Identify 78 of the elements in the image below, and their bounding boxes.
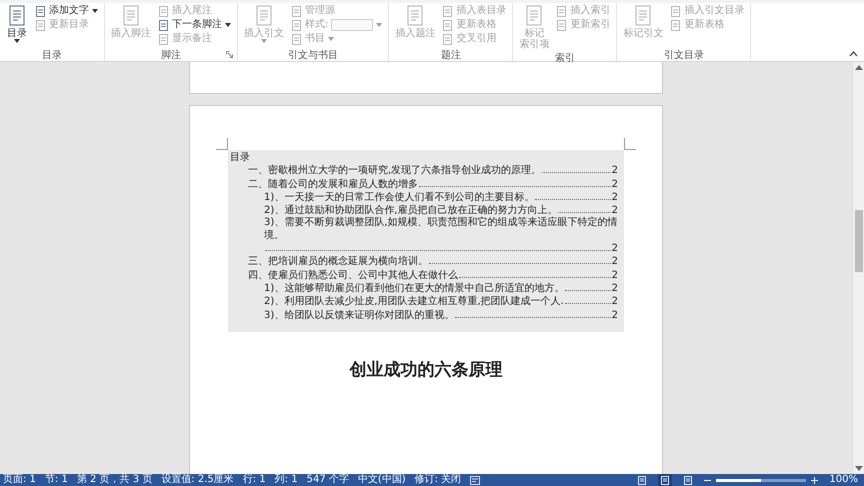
zoom-slider[interactable]	[716, 478, 806, 482]
document-icon	[291, 6, 302, 16]
view-button[interactable]	[658, 474, 672, 486]
toc-entry[interactable]: 2)、利用团队去减少扯皮,用团队去建立相互尊重,把团队建成一个人.	[264, 296, 564, 309]
status-item: 修订: 关闭	[414, 474, 462, 486]
page-view-icon	[683, 476, 694, 484]
caret-icon	[225, 23, 231, 27]
status-item: 页面: 1	[3, 474, 36, 486]
status-item: 行: 1	[242, 474, 266, 486]
caret-icon	[92, 9, 98, 13]
margin-mark-icon	[216, 138, 228, 150]
page-number: 2	[612, 165, 618, 178]
document-icon	[670, 20, 682, 30]
caret-icon	[14, 39, 20, 43]
status-item: 设置值: 2.5厘米	[161, 474, 234, 486]
document-icon	[291, 34, 302, 44]
group-label: 题注	[440, 48, 461, 62]
scroll-down-icon[interactable]	[854, 466, 862, 471]
status-item: 547 个字	[306, 474, 349, 486]
document-icon	[35, 20, 46, 30]
page-number: 2	[612, 296, 618, 309]
toc-entry[interactable]: 1)、这能够帮助雇员们看到他们在更大的情景中自己所适宜的地方。	[264, 282, 564, 296]
page-view-icon	[637, 476, 648, 484]
document-icon	[442, 34, 454, 44]
toc-entry[interactable]: 二、随着公司的发展和雇员人数的增多	[248, 178, 418, 191]
toc-entry[interactable]: 3)、需要不断剪裁调整团队,如规模、职责范围和它的组成等来适应眼下特定的情境。	[264, 217, 618, 242]
toc-entry[interactable]: 一、密歇根州立大学的一项研究,发现了六条指导创业成功的原理。	[248, 165, 542, 178]
document-icon	[442, 6, 454, 16]
vertical-scrollbar[interactable]	[852, 62, 864, 474]
macro-record-icon[interactable]	[470, 476, 480, 484]
margin-mark-icon	[624, 138, 636, 150]
page-number: 2	[612, 205, 618, 216]
group-label: 索引	[554, 52, 575, 64]
document-icon	[556, 20, 568, 30]
page-number: 2	[612, 310, 618, 322]
document-icon	[35, 6, 46, 16]
document-icon	[158, 6, 169, 16]
page-number: 2	[612, 178, 618, 191]
group-label: 目录	[42, 48, 62, 62]
document-icon	[442, 20, 454, 30]
group-label: 脚注	[161, 48, 181, 62]
dialog-launcher-icon[interactable]	[226, 51, 233, 58]
zoom-level[interactable]: 100%	[829, 474, 858, 486]
page-number: 2	[612, 282, 618, 296]
toc-entry[interactable]: 四、使雇员们熟悉公司、公司中其他人在做什么	[248, 270, 458, 282]
document-icon	[158, 34, 169, 44]
toc-field[interactable]	[228, 150, 624, 332]
document-icon	[556, 6, 568, 16]
group-label: 引文目录	[664, 48, 704, 62]
toc-entry[interactable]: 1)、一天接一天的日常工作会使人们看不到公司的主要目标。	[264, 192, 534, 204]
scroll-up-icon[interactable]	[854, 65, 862, 70]
scroll-thumb[interactable]	[854, 210, 862, 272]
status-item: 节: 1	[44, 474, 68, 486]
toc-entry[interactable]: 2)、通过鼓励和协助团队合作,雇员把自己放在正确的努力方向上。	[264, 205, 558, 218]
page-number: 2	[612, 192, 618, 204]
caret-icon	[261, 39, 267, 43]
page-number: 2	[612, 243, 618, 256]
ribbon-button[interactable]: 目录	[4, 3, 30, 48]
page-view-icon	[660, 476, 670, 484]
page-number: 2	[612, 256, 618, 269]
document-title: 创业成功的六条原理	[348, 358, 504, 381]
status-item: 第 2 页，共 3 页	[76, 474, 152, 486]
ribbon-button[interactable]: 添加文字	[33, 4, 100, 18]
collapse-ribbon-icon[interactable]	[849, 51, 858, 57]
status-item: 列: 1	[274, 474, 298, 486]
toc-heading: 目录	[230, 152, 251, 164]
document-icon	[291, 20, 302, 30]
toc-entry[interactable]: 3)、给团队以反馈来证明你对团队的重视。	[264, 310, 454, 322]
zoom-in-icon[interactable]	[811, 476, 818, 484]
ribbon-button[interactable]: 下一条脚注	[156, 18, 233, 32]
page-number: 2	[612, 270, 618, 282]
group-label: 引文与书目	[288, 48, 338, 62]
caret-icon	[328, 37, 334, 41]
document-icon	[670, 6, 682, 16]
document-icon	[158, 20, 169, 30]
toc-entry[interactable]: 三、把培训雇员的概念延展为横向培训。	[248, 256, 428, 269]
status-item: 中文(中国)	[358, 474, 406, 486]
caret-icon	[376, 23, 382, 27]
